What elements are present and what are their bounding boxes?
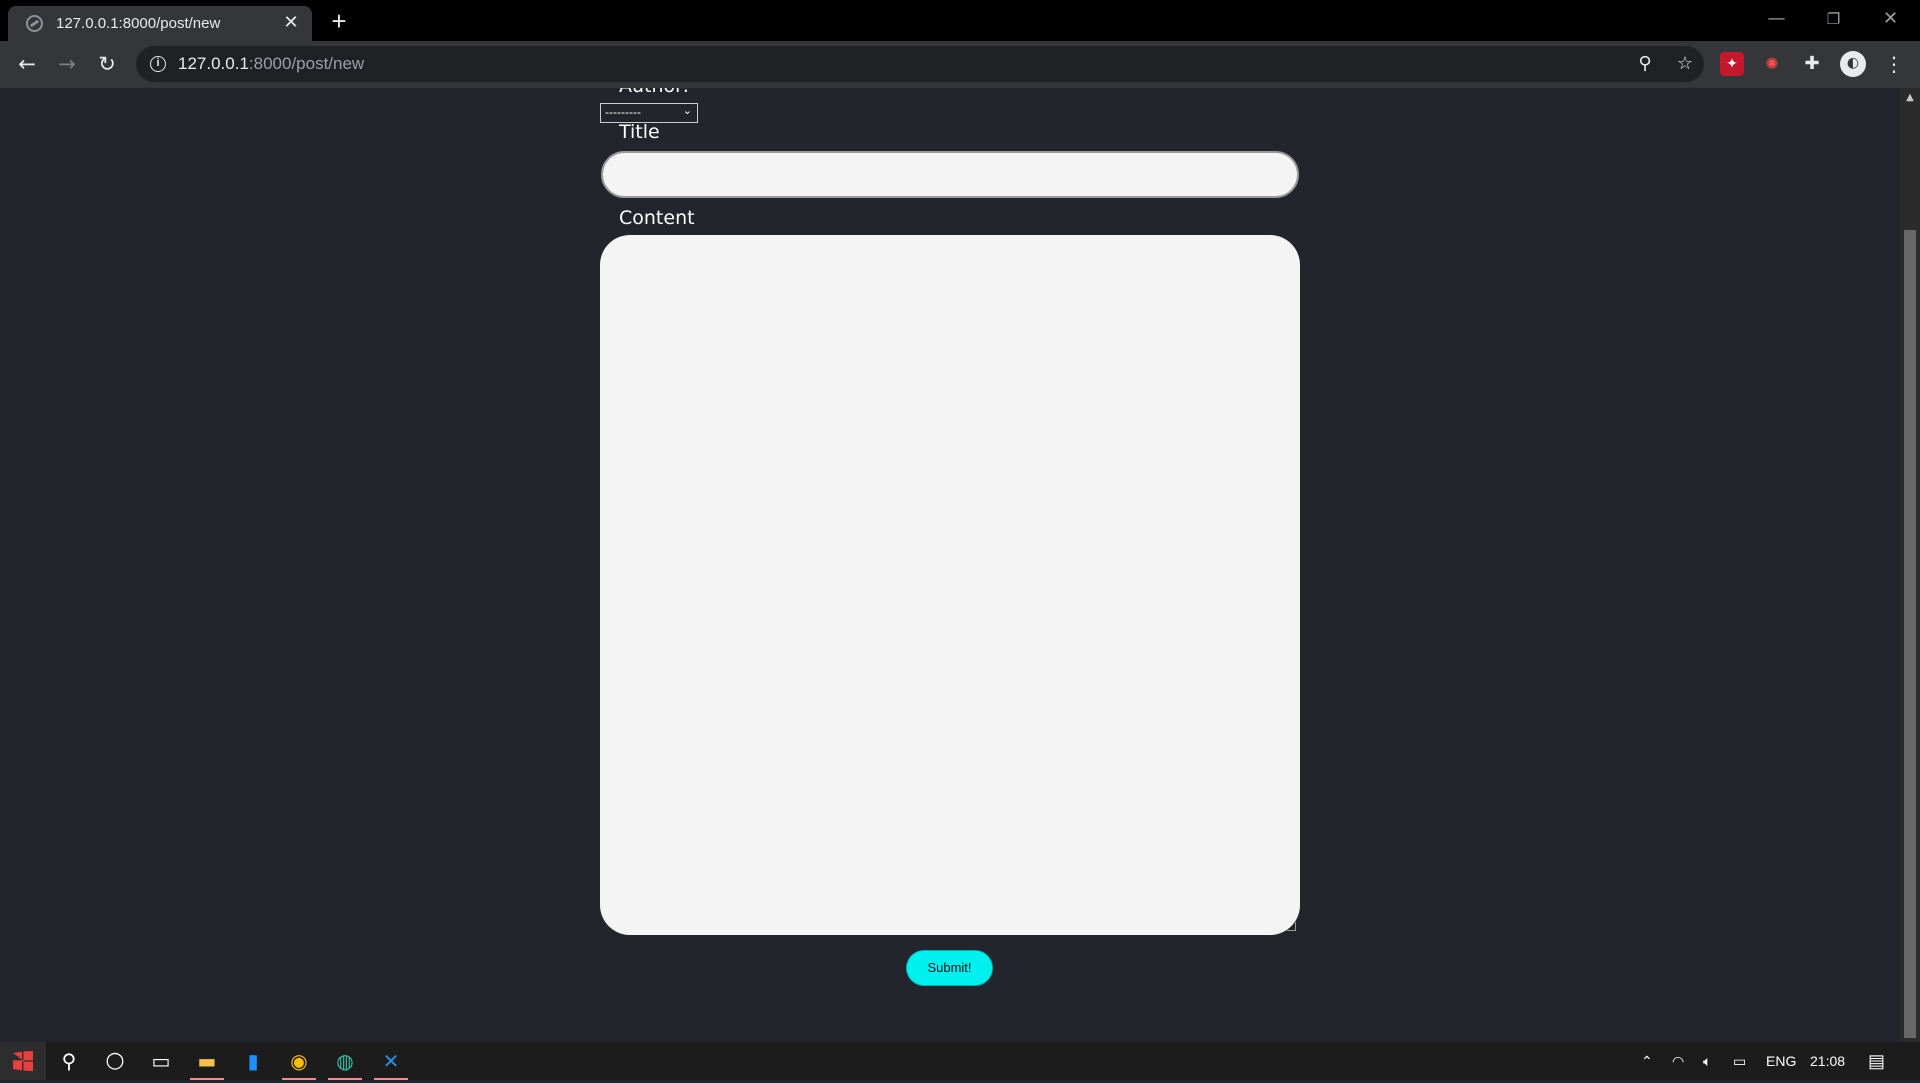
tab-title: 127.0.0.1:8000/post/new — [56, 15, 221, 32]
back-button[interactable]: ← — [11, 48, 43, 80]
browser-toolbar: ← → ↻ i 127.0.0.1:8000/post/new ⚲ ☆ ✦ ✺ … — [0, 41, 1920, 88]
profile-avatar-icon[interactable]: ◐ — [1840, 51, 1866, 77]
author-select-value: --------- — [605, 105, 641, 119]
task-view-icon[interactable]: ▭ — [138, 1042, 184, 1080]
title-input[interactable] — [601, 151, 1299, 198]
minimize-button[interactable]: — — [1748, 0, 1805, 38]
new-tab-button[interactable]: + — [326, 8, 352, 34]
chevron-down-icon: ⌄ — [682, 105, 692, 117]
url-text[interactable]: 127.0.0.1:8000/post/new — [178, 54, 364, 74]
browser-menu-icon[interactable]: ⋮ — [1878, 48, 1910, 80]
close-window-button[interactable]: ✕ — [1862, 0, 1919, 38]
battery-icon[interactable]: ▭ — [1733, 1042, 1746, 1080]
tray-overflow-icon[interactable]: ⌃ — [1641, 1042, 1653, 1080]
author-label: Author: — [619, 88, 689, 97]
browser-tab-strip: 127.0.0.1:8000/post/new ✕ + — ❐ ✕ — [0, 0, 1920, 41]
extension-red-icon[interactable]: ✦ — [1720, 52, 1744, 76]
extension-off-icon[interactable]: ✺ — [1760, 52, 1784, 76]
cortana-icon[interactable]: ○ — [92, 1042, 138, 1080]
author-select[interactable]: --------- ⌄ — [600, 103, 698, 123]
info-icon[interactable]: i — [150, 56, 166, 72]
content-textarea[interactable] — [600, 235, 1300, 935]
close-tab-icon[interactable]: ✕ — [280, 12, 302, 34]
restore-button[interactable]: ❐ — [1805, 0, 1862, 38]
address-bar[interactable]: i 127.0.0.1:8000/post/new ⚲ ☆ — [136, 46, 1704, 82]
browser-tab[interactable]: 127.0.0.1:8000/post/new ✕ — [8, 6, 312, 41]
vscode-icon[interactable]: ✕ — [368, 1042, 414, 1080]
reload-button[interactable]: ↻ — [91, 48, 123, 80]
windows-taskbar: ⚲ ○ ▭ ▬ ▮ ◉ ◍ ✕ ⌃ ◠ 🔈︎ ▭ ENG 21:08 ▤ — [0, 1042, 1920, 1080]
start-button[interactable] — [0, 1042, 46, 1080]
chrome-icon[interactable]: ◉ — [276, 1042, 322, 1080]
volume-icon[interactable]: 🔈︎ — [1703, 1042, 1711, 1080]
scroll-thumb[interactable] — [1904, 230, 1916, 1038]
edge-icon[interactable]: ◍ — [322, 1042, 368, 1080]
notifications-icon[interactable]: ▤ — [1868, 1042, 1885, 1080]
language-indicator[interactable]: ENG — [1766, 1042, 1796, 1080]
zoom-icon[interactable]: ⚲ — [1633, 52, 1657, 76]
title-label: Title — [619, 121, 660, 143]
clock[interactable]: 21:08 — [1810, 1042, 1845, 1080]
content-label: Content — [619, 207, 695, 229]
search-icon[interactable]: ⚲ — [46, 1042, 92, 1080]
extensions-puzzle-icon[interactable]: ✚ — [1800, 52, 1824, 76]
globe-icon — [26, 15, 43, 32]
network-icon[interactable]: ◠ — [1672, 1042, 1684, 1080]
page-scrollbar[interactable]: ▲ — [1900, 88, 1920, 1042]
forward-button[interactable]: → — [51, 48, 83, 80]
file-explorer-icon[interactable]: ▬ — [184, 1042, 230, 1080]
submit-button[interactable]: Submit! — [906, 950, 993, 986]
resize-handle-icon[interactable] — [1287, 922, 1296, 931]
bookmark-star-icon[interactable]: ☆ — [1673, 52, 1697, 76]
windows-logo-icon — [13, 1051, 33, 1071]
scroll-up-arrow-icon[interactable]: ▲ — [1900, 90, 1920, 106]
notepad-icon[interactable]: ▮ — [230, 1042, 276, 1080]
page-viewport: Author: --------- ⌄ Title Content Submit… — [0, 88, 1900, 1042]
